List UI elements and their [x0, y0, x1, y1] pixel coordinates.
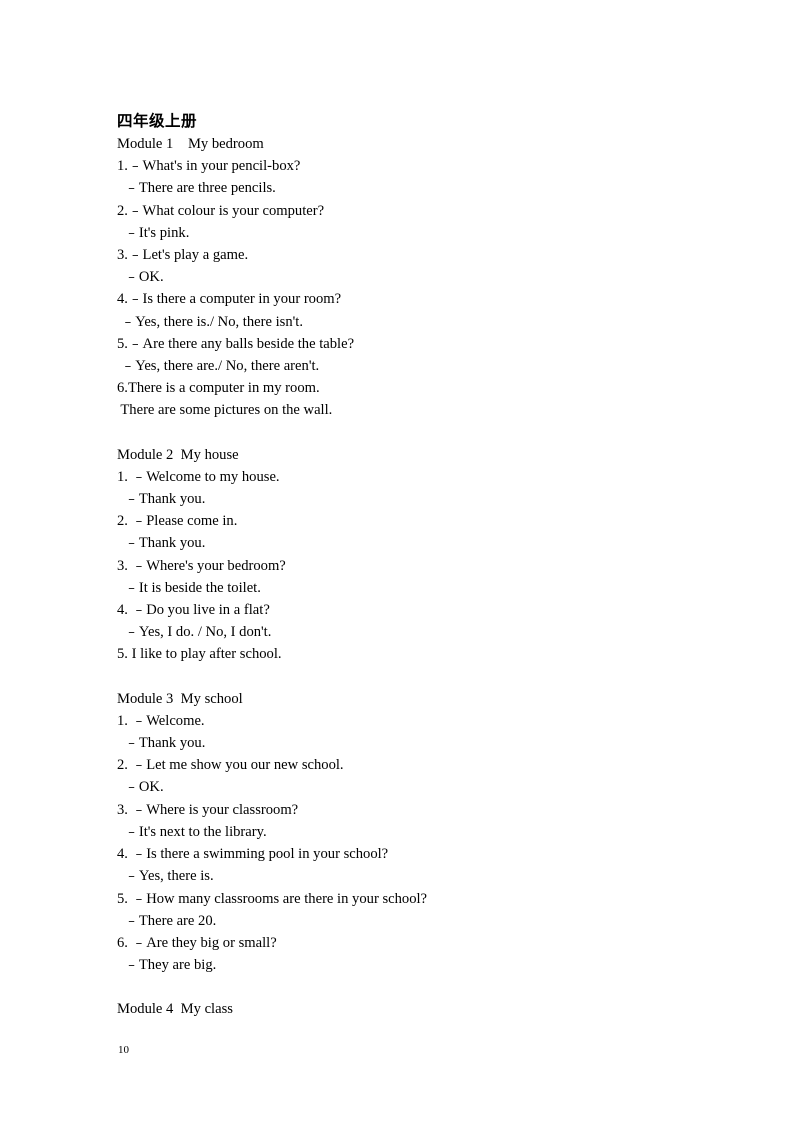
page-title: 四年级上册	[117, 112, 198, 130]
module-separator	[117, 666, 717, 688]
module-line: 3. ﹣Where's your bedroom?	[117, 557, 286, 574]
module-block: Module 2 My house 1. ﹣Welcome to my house…	[117, 444, 717, 666]
module-line: 5.﹣Are there any balls beside the table?	[117, 335, 355, 352]
module-line: 3. ﹣Where is your classroom?	[117, 801, 299, 818]
module-line: ﹣They are big.	[117, 957, 217, 974]
module-line: 6.There is a computer in my room.	[117, 380, 320, 397]
module-line: ﹣OK.	[117, 779, 164, 796]
module-line: ﹣There are three pencils.	[117, 180, 276, 197]
document-page: 四年级上册 Module 1 My bedroom 1.﹣What's in yo…	[0, 0, 794, 1123]
module-line: 2. ﹣Please come in.	[117, 513, 238, 530]
module-heading: Module 4 My class	[117, 1001, 233, 1018]
module-line: 1.﹣What's in your pencil-box?	[117, 158, 301, 175]
module-line: 4. ﹣Is there a swimming pool in your sch…	[117, 846, 389, 863]
module-line: ﹣It is beside the toilet.	[117, 579, 261, 596]
module-line: ﹣Yes, I do. / No, I don't.	[117, 624, 272, 641]
module-heading: Module 3 My school	[117, 690, 243, 707]
module-line: ﹣Thank you.	[117, 535, 206, 552]
module-line: 1. ﹣Welcome to my house.	[117, 468, 280, 485]
module-line: 1. ﹣Welcome.	[117, 712, 205, 729]
module-heading: Module 2 My house	[117, 446, 239, 463]
module-block: Module 1 My bedroom 1.﹣What's in your pen…	[117, 133, 717, 422]
module-line: ﹣OK.	[117, 269, 164, 286]
module-separator	[117, 422, 717, 444]
page-number: 10	[118, 1044, 129, 1056]
module-block: Module 3 My school 1. ﹣Welcome. ﹣Thank yo…	[117, 688, 717, 977]
module-list: Module 1 My bedroom 1.﹣What's in your pen…	[117, 133, 717, 1021]
module-line: 6. ﹣Are they big or small?	[117, 934, 277, 951]
module-line: 5. I like to play after school.	[117, 646, 282, 663]
module-line: ﹣Yes, there is./ No, there isn't.	[117, 313, 303, 330]
module-line: ﹣Yes, there is.	[117, 868, 214, 885]
module-line: There are some pictures on the wall.	[117, 402, 333, 419]
module-line: ﹣Thank you.	[117, 735, 206, 752]
module-line: ﹣It's pink.	[117, 224, 190, 241]
module-block: Module 4 My class	[117, 998, 717, 1020]
module-line: ﹣Thank you.	[117, 491, 206, 508]
module-heading: Module 1 My bedroom	[117, 136, 264, 152]
module-line: ﹣It's next to the library.	[117, 823, 267, 840]
module-line: ﹣There are 20.	[117, 912, 217, 929]
module-separator	[117, 976, 717, 998]
module-line: 3.﹣Let's play a game.	[117, 247, 249, 264]
document-body: 四年级上册 Module 1 My bedroom 1.﹣What's in yo…	[117, 110, 717, 1021]
module-line: 4.﹣Is there a computer in your room?	[117, 291, 342, 308]
module-line: 2.﹣What colour is your computer?	[117, 202, 325, 219]
module-line: 4. ﹣Do you live in a flat?	[117, 602, 270, 619]
module-line: ﹣Yes, there are./ No, there aren't.	[117, 358, 320, 375]
module-line: 5. ﹣How many classrooms are there in you…	[117, 890, 428, 907]
module-line: 2. ﹣Let me show you our new school.	[117, 757, 344, 774]
